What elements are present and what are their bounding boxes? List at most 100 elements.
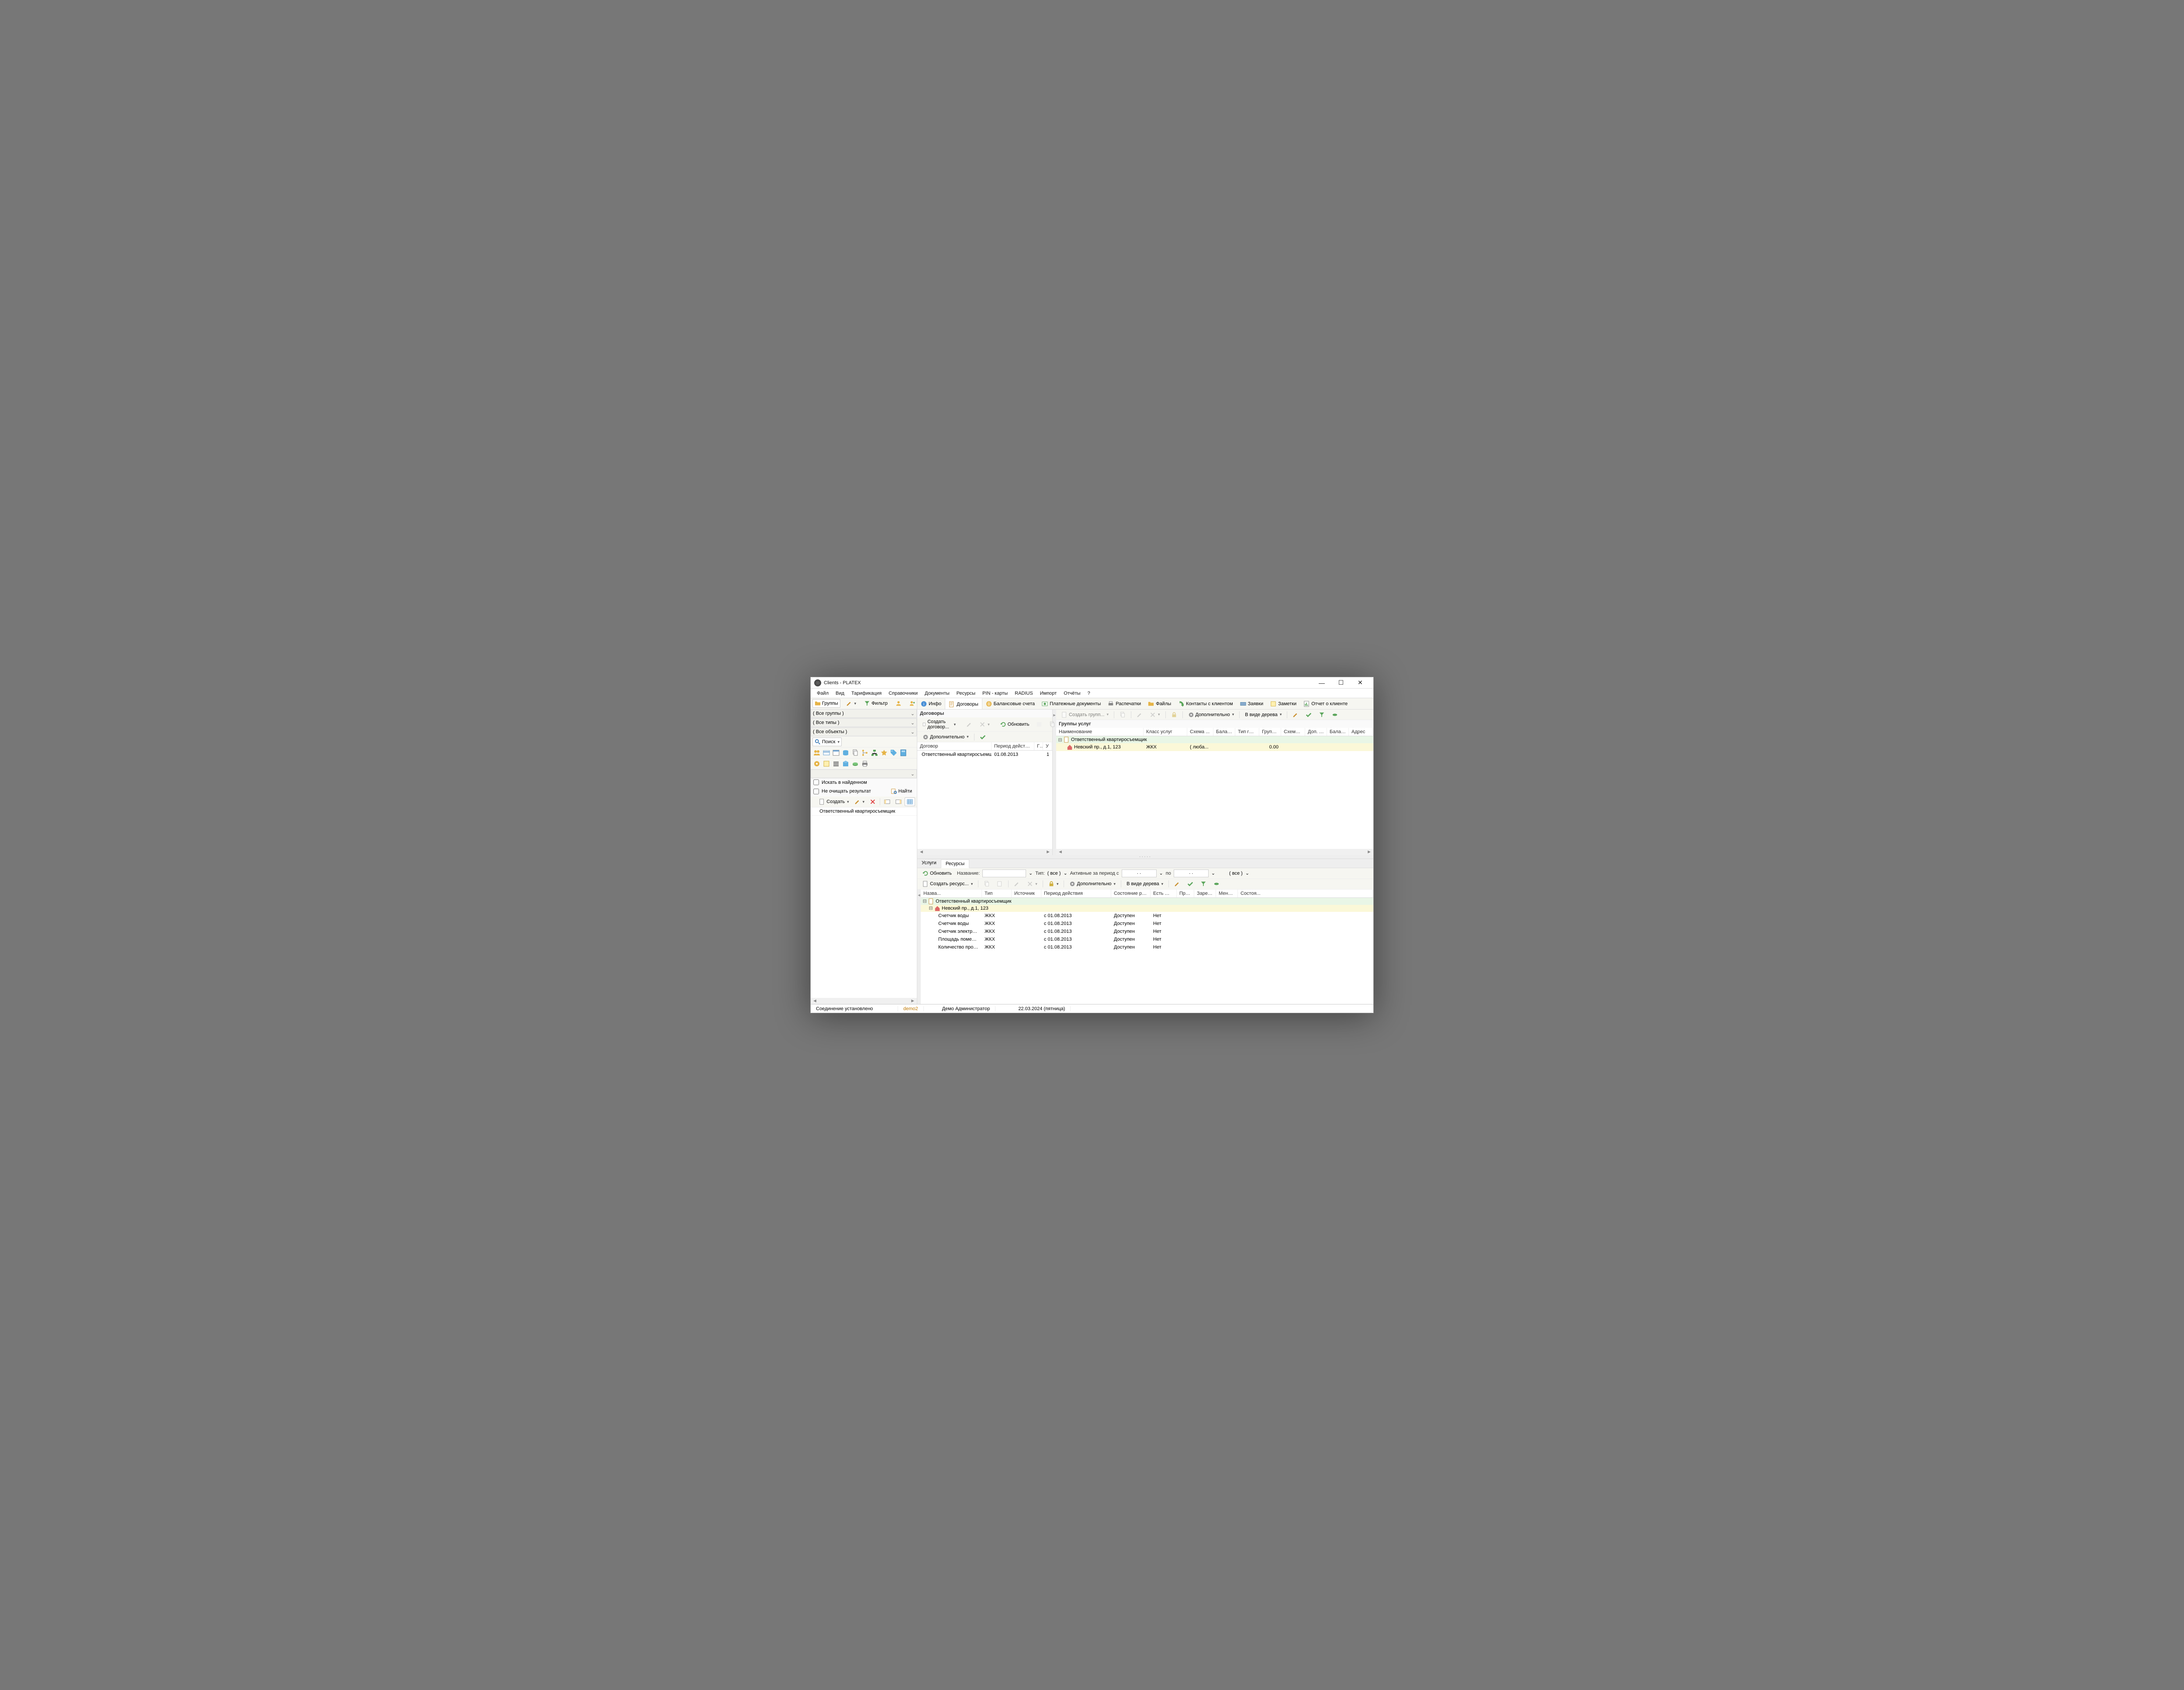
star-icon[interactable] xyxy=(881,749,888,756)
res-col-st2[interactable]: Состоя... xyxy=(1238,890,1373,897)
tab-notes[interactable]: Заметки xyxy=(1267,698,1300,709)
sg-check[interactable] xyxy=(1303,711,1314,719)
menu-import[interactable]: Импорт xyxy=(1037,690,1060,697)
card-icon[interactable] xyxy=(823,749,830,756)
res-col-web[interactable]: Есть Web-... xyxy=(1151,890,1177,897)
create-client-button[interactable]: Создать xyxy=(817,797,851,806)
edit-client-button[interactable] xyxy=(852,797,867,806)
res-col-mgr[interactable]: Менед... xyxy=(1216,890,1238,897)
edit-group-button[interactable] xyxy=(1134,711,1145,719)
edit-resource-button[interactable] xyxy=(1011,880,1023,888)
res-money[interactable] xyxy=(1211,880,1222,888)
left-scroll-x[interactable]: ◄► xyxy=(811,998,917,1004)
create-group-button[interactable]: Создать групп... xyxy=(1059,711,1111,719)
res-tree-child[interactable]: ⊟ Невский пр., д.1, 123 xyxy=(921,905,1373,912)
lock-resource[interactable] xyxy=(1046,880,1061,888)
table-row[interactable]: Счетчик электроэне...ЖКХс 01.08.2013Дост… xyxy=(921,928,1373,935)
search-button[interactable]: Поиск xyxy=(812,738,842,746)
create-contract-button[interactable]: Создать договор... xyxy=(920,718,958,731)
sg-scroll[interactable]: ◄► xyxy=(1056,849,1373,855)
sg-tree-root[interactable]: ⊟ Ответственный квартиросъемщик xyxy=(1056,736,1373,743)
sg-col-balance[interactable]: Баланс xyxy=(1213,728,1235,736)
res-col-src[interactable]: Источник xyxy=(1012,890,1041,897)
res-handle[interactable]: ◂ xyxy=(917,890,921,1004)
sg-col-addr[interactable]: Адрес xyxy=(1349,728,1373,736)
printer-icon[interactable] xyxy=(861,760,868,767)
expander-icon[interactable]: ⊟ xyxy=(1058,737,1062,743)
dup-group-button[interactable] xyxy=(1117,711,1128,719)
res-col-name[interactable]: Назва... xyxy=(921,890,982,897)
vsplit-handle[interactable]: ▸ xyxy=(1053,710,1056,855)
col-contract[interactable]: Договор xyxy=(917,742,992,750)
date-to-drop[interactable]: ⌄ xyxy=(1211,870,1215,876)
create-resource-button[interactable]: Создать ресурс... xyxy=(920,880,975,888)
edit-dropdown[interactable] xyxy=(844,699,859,708)
window-icon[interactable] xyxy=(833,749,840,756)
menu-file[interactable]: Файл xyxy=(813,690,832,697)
res-col-pri[interactable]: При... xyxy=(1177,890,1194,897)
filter-button[interactable]: Фильтр xyxy=(862,699,890,708)
copy2-resource[interactable] xyxy=(994,880,1006,888)
client-list-item[interactable]: Ответственный квартиросъемщик xyxy=(811,807,917,816)
sg-col-scheme[interactable]: Схема ... xyxy=(1187,728,1213,736)
chk-keep-result[interactable] xyxy=(813,789,819,794)
menu-radius[interactable]: RADIUS xyxy=(1011,690,1037,697)
menu-docs[interactable]: Документы xyxy=(921,690,953,697)
copy-resource[interactable] xyxy=(981,880,992,888)
menu-dict[interactable]: Справочники xyxy=(885,690,921,697)
expander-icon[interactable]: ⊟ xyxy=(929,905,933,911)
tab-services[interactable]: Услуги xyxy=(917,859,941,868)
book-icon[interactable] xyxy=(900,749,907,756)
combo-all-objects[interactable]: ( Все объекты ) xyxy=(811,727,917,736)
copy-icon[interactable] xyxy=(852,749,859,756)
tab-files[interactable]: Файлы xyxy=(1144,698,1175,709)
groups-button[interactable]: Группы xyxy=(812,699,840,708)
contracts-scroll[interactable]: ◄► xyxy=(917,849,1052,855)
all2-dropdown[interactable]: ⌄ xyxy=(1245,870,1249,876)
tab-prints[interactable]: Распечатки xyxy=(1104,698,1144,709)
menu-tariff[interactable]: Тарификация xyxy=(848,690,885,697)
res-check[interactable] xyxy=(1185,880,1196,888)
edit-contract-button[interactable] xyxy=(964,720,975,728)
refresh-resources-button[interactable]: Обновить xyxy=(920,869,954,877)
res-col-period[interactable]: Период действия xyxy=(1041,890,1111,897)
resources-view-button[interactable]: В виде дерева xyxy=(1124,880,1166,887)
sg-col-name[interactable]: Наименование xyxy=(1056,728,1144,736)
money-icon[interactable] xyxy=(852,760,859,767)
maximize-button[interactable]: ☐ xyxy=(1331,677,1351,688)
res-col-state[interactable]: Состояние ресурса xyxy=(1111,890,1151,897)
date-from-input[interactable]: . . xyxy=(1122,869,1157,877)
type-dropdown[interactable]: ⌄ xyxy=(1063,870,1067,876)
res-col-res[interactable]: Зарезе... xyxy=(1194,890,1216,897)
combo-all-groups[interactable]: ( Все группы ) xyxy=(811,709,917,718)
sg-money[interactable] xyxy=(1329,711,1341,719)
user-icon-button[interactable] xyxy=(893,699,904,708)
tab-resources[interactable]: Ресурсы xyxy=(941,859,969,868)
sg-col-class[interactable]: Класс услуг xyxy=(1144,728,1187,736)
tag-icon[interactable] xyxy=(890,749,897,756)
sg-col-scheme2[interactable]: Схема ... xyxy=(1281,728,1305,736)
sg-view-button[interactable]: В виде дерева xyxy=(1242,711,1284,718)
table-row[interactable]: Площадь помещенияЖКХс 01.08.2013Доступен… xyxy=(921,935,1373,943)
status-db[interactable]: demo2 xyxy=(898,1006,924,1011)
resources-more-button[interactable]: Дополнительно xyxy=(1067,880,1118,888)
note-icon[interactable] xyxy=(823,760,830,767)
tab-balance[interactable]: Балансовые счета xyxy=(982,698,1039,709)
stack-icon[interactable] xyxy=(833,760,840,767)
tree-icon[interactable] xyxy=(861,749,868,756)
menu-help[interactable]: ? xyxy=(1084,690,1094,697)
sg-edit2[interactable] xyxy=(1290,711,1301,719)
toggle-3[interactable] xyxy=(905,797,915,806)
users-icon[interactable] xyxy=(813,749,820,756)
sg-filter[interactable] xyxy=(1316,711,1327,719)
tab-payments[interactable]: Платежные документы xyxy=(1038,698,1104,709)
name-input[interactable] xyxy=(982,869,1026,877)
close-button[interactable]: ✕ xyxy=(1351,677,1370,688)
res-tree-root[interactable]: ⊟ Ответственный квартиросъемщик xyxy=(921,898,1373,905)
tab-info[interactable]: iИнфо xyxy=(917,698,945,709)
lock-button[interactable] xyxy=(1168,711,1180,719)
extra-2[interactable] xyxy=(1047,720,1058,728)
sg-col-bal2[interactable]: Балан... xyxy=(1327,728,1349,736)
minimize-button[interactable]: — xyxy=(1312,677,1331,688)
tab-contracts[interactable]: Договоры xyxy=(945,698,982,709)
